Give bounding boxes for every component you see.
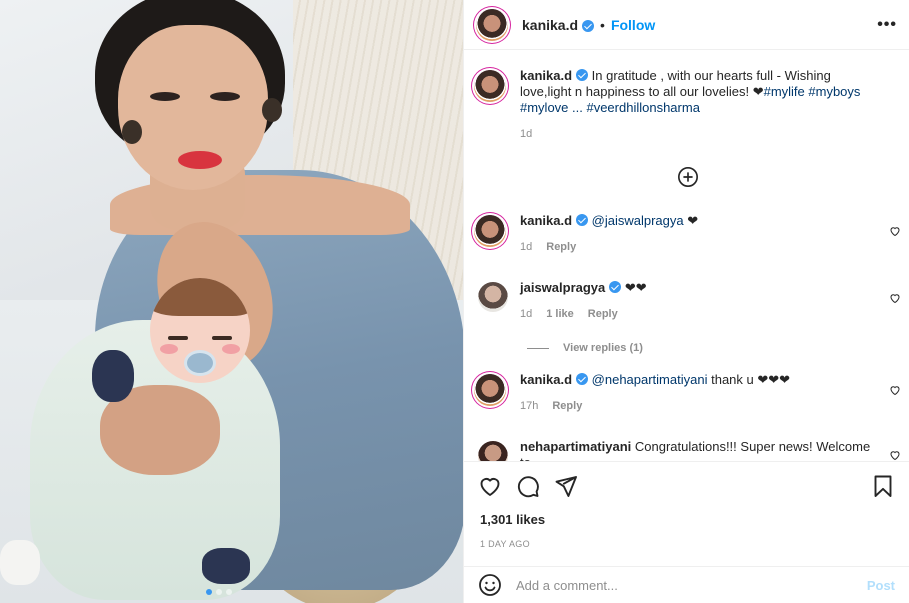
post-header: kanika.d • Follow •••	[464, 0, 909, 50]
post-photo[interactable]	[0, 0, 463, 603]
comment-username[interactable]: kanika.d	[520, 213, 572, 228]
carousel-dots	[206, 589, 232, 595]
comment-text: thank u ❤❤❤	[707, 372, 791, 387]
comment-time[interactable]: 1d	[520, 241, 532, 253]
more-icon[interactable]: •••	[877, 16, 897, 34]
comment-mention[interactable]: @jaiswalpragya	[592, 213, 684, 228]
verified-icon	[576, 69, 589, 81]
bookmark-icon[interactable]	[871, 474, 895, 498]
heart-icon[interactable]	[889, 225, 901, 237]
comment-time[interactable]: 17h	[520, 400, 538, 412]
comment-text: ❤❤	[624, 280, 647, 295]
post-button[interactable]: Post	[867, 578, 895, 593]
reply-button[interactable]: Reply	[588, 308, 618, 320]
comments-list[interactable]: kanika.d In gratitude , with our hearts …	[464, 51, 909, 461]
post-side-panel: kanika.d • Follow ••• kanika.d In gratit…	[463, 0, 909, 603]
like-count[interactable]: 1 like	[546, 308, 574, 320]
comment-username[interactable]: kanika.d	[520, 372, 572, 387]
comment-username[interactable]: nehapartimatiyani	[520, 439, 631, 454]
post-view: kanika.d • Follow ••• kanika.d In gratit…	[0, 0, 909, 603]
verified-icon	[582, 19, 595, 32]
emoji-icon[interactable]	[478, 573, 502, 597]
avatar[interactable]	[478, 441, 508, 461]
likes-count[interactable]: 1,301 likes	[464, 498, 909, 527]
verified-icon	[609, 281, 622, 293]
separator: •	[600, 16, 605, 33]
avatar[interactable]	[478, 282, 508, 312]
verified-icon	[576, 373, 589, 385]
caption-time[interactable]: 1d	[520, 128, 532, 140]
comment-username[interactable]: jaiswalpragya	[520, 280, 605, 295]
comment-form: Add a comment... Post	[464, 566, 909, 603]
list-item: kanika.d @jaiswalpragya ❤ 1d Reply	[464, 213, 909, 255]
avatar[interactable]	[474, 70, 506, 102]
avatar[interactable]	[476, 8, 508, 41]
header-username[interactable]: kanika.d	[522, 17, 578, 33]
verified-icon	[576, 214, 589, 226]
avatar[interactable]	[474, 215, 506, 247]
baby-emoji-sticker	[150, 278, 250, 383]
view-replies-button[interactable]: View replies (1)	[527, 342, 643, 354]
heart-icon[interactable]	[478, 474, 502, 498]
post-actions: 1,301 likes 1 DAY AGO	[464, 461, 909, 553]
heart-icon[interactable]	[889, 292, 901, 304]
share-icon[interactable]	[554, 474, 578, 498]
post-timestamp[interactable]: 1 DAY AGO	[464, 527, 909, 549]
heart-icon[interactable]	[889, 449, 901, 461]
heart-icon[interactable]	[889, 384, 901, 396]
caption-username[interactable]: kanika.d	[520, 68, 572, 83]
caption: kanika.d In gratitude , with our hearts …	[464, 51, 909, 142]
comment-time[interactable]: 1d	[520, 308, 532, 320]
view-replies-label: View replies (1)	[563, 342, 643, 354]
comment-text: ❤	[683, 213, 699, 228]
avatar[interactable]	[474, 374, 506, 406]
list-item: nehapartimatiyani Congratulations!!! Sup…	[464, 439, 909, 461]
comment-mention[interactable]: @nehapartimatiyani	[592, 372, 708, 387]
list-item: kanika.d @nehapartimatiyani thank u ❤❤❤ …	[464, 372, 909, 414]
plus-circle-icon[interactable]	[677, 166, 699, 188]
reply-button[interactable]: Reply	[546, 241, 576, 253]
reply-button[interactable]: Reply	[552, 400, 582, 412]
list-item: jaiswalpragya ❤❤ 1d 1 like Reply	[464, 280, 909, 322]
comment-input[interactable]: Add a comment...	[516, 578, 867, 593]
follow-button[interactable]: Follow	[611, 17, 655, 33]
comment-icon[interactable]	[516, 474, 540, 498]
